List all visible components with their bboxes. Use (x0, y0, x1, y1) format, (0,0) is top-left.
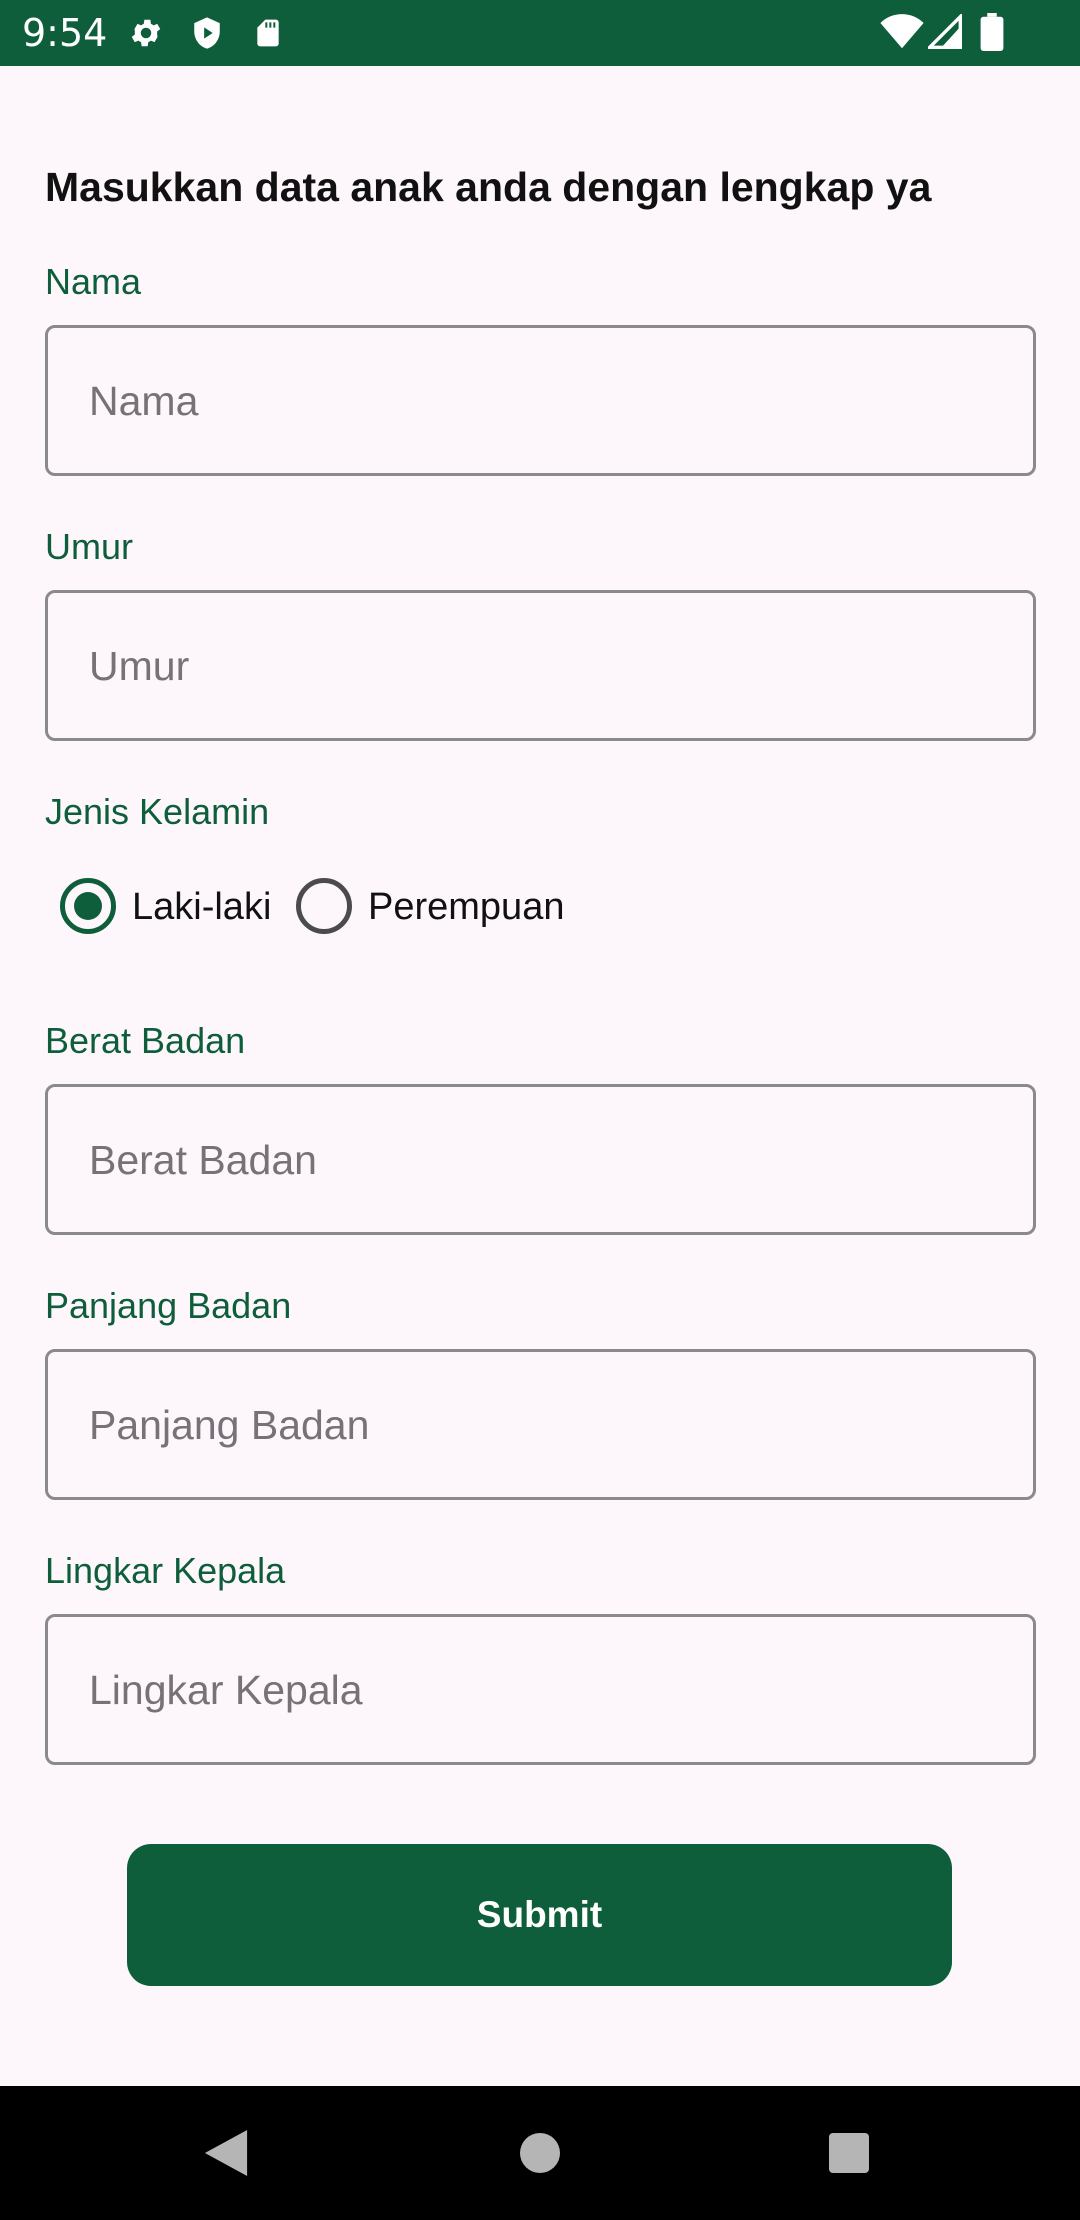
radio-laki-laki-label[interactable]: Laki-laki (132, 884, 271, 930)
radio-perempuan[interactable] (296, 878, 352, 934)
status-bar: 9:54 (0, 0, 1080, 66)
battery-icon (980, 13, 1004, 56)
nama-label: Nama (45, 261, 142, 302)
back-icon[interactable] (204, 2130, 248, 2181)
navigation-bar (0, 2086, 1080, 2220)
signal-icon (925, 12, 962, 55)
panjang-badan-input[interactable]: Panjang Badan (45, 1349, 1036, 1500)
gear-icon (128, 15, 164, 56)
wifi-icon (880, 14, 924, 55)
umur-input[interactable]: Umur (45, 590, 1036, 741)
panjang-badan-label: Panjang Badan (45, 1285, 292, 1326)
recents-icon[interactable] (829, 2133, 869, 2178)
home-icon[interactable] (520, 2133, 560, 2178)
submit-button[interactable]: Submit (127, 1844, 952, 1986)
jenis-kelamin-label: Jenis Kelamin (45, 791, 270, 832)
berat-badan-input[interactable]: Berat Badan (45, 1084, 1036, 1235)
lingkar-kepala-placeholder: Lingkar Kepala (89, 1667, 363, 1713)
berat-badan-label: Berat Badan (45, 1020, 246, 1061)
radio-perempuan-label[interactable]: Perempuan (368, 884, 564, 930)
status-time: 9:54 (22, 11, 108, 55)
umur-placeholder: Umur (89, 643, 190, 689)
child-data-form: Masukkan data anak anda dengan lengkap y… (0, 66, 1080, 2086)
lingkar-kepala-input[interactable]: Lingkar Kepala (45, 1614, 1036, 1765)
nama-placeholder: Nama (89, 378, 199, 424)
lingkar-kepala-label: Lingkar Kepala (45, 1550, 286, 1591)
shield-icon (190, 15, 224, 56)
berat-badan-placeholder: Berat Badan (89, 1137, 317, 1183)
sd-card-icon (252, 15, 284, 56)
nama-input[interactable]: Nama (45, 325, 1036, 476)
radio-selected-dot (74, 892, 102, 920)
panjang-badan-placeholder: Panjang Badan (89, 1402, 370, 1448)
page-title: Masukkan data anak anda dengan lengkap y… (45, 164, 932, 210)
radio-laki-laki[interactable] (60, 878, 116, 934)
umur-label: Umur (45, 526, 133, 567)
